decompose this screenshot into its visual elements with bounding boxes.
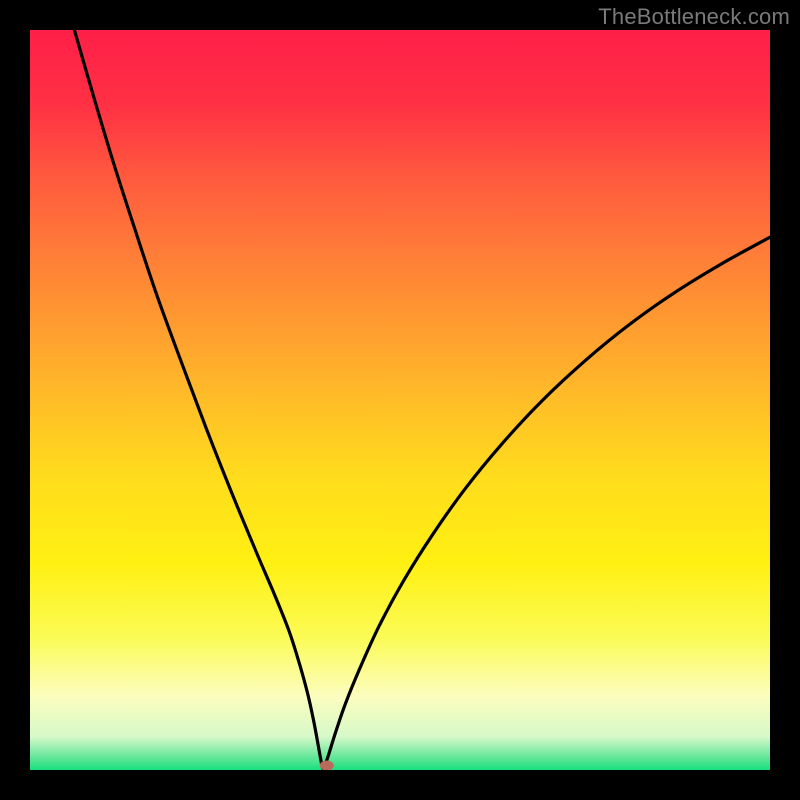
watermark-text: TheBottleneck.com (598, 4, 790, 30)
bottleneck-chart (0, 0, 800, 800)
chart-background-gradient (30, 30, 770, 770)
chart-container: TheBottleneck.com (0, 0, 800, 800)
minimum-marker (320, 761, 334, 771)
